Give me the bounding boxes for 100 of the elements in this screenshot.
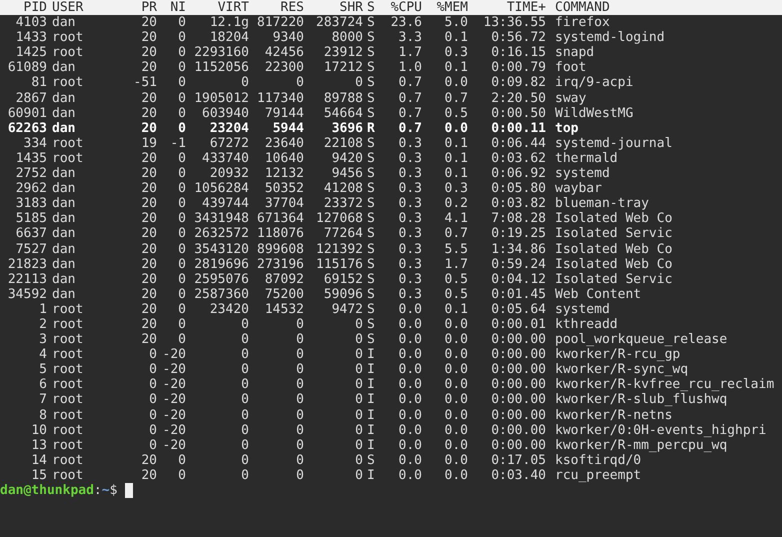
table-cell: 0:05.80 xyxy=(491,181,546,196)
table-cell: 0 xyxy=(296,408,304,423)
table-cell: 14 xyxy=(31,452,47,468)
table-cell: 1433 xyxy=(16,30,47,46)
table-cell: 0.3 xyxy=(398,272,422,287)
table-cell: 75200 xyxy=(264,286,304,302)
column-header[interactable]: RES xyxy=(280,0,304,16)
table-cell: 0 xyxy=(241,392,249,408)
table-cell-text: S xyxy=(366,196,375,212)
table-cell: 1.0 xyxy=(398,60,422,76)
table-cell-text: systemd xyxy=(554,166,610,182)
table-cell: 4 xyxy=(39,347,47,362)
table-cell: 0.3 xyxy=(398,256,422,272)
table-cell: 0:59.24 xyxy=(491,256,546,272)
table-cell: 0.0 xyxy=(444,422,468,438)
table-cell: 0:06.92 xyxy=(491,166,546,182)
column-header[interactable]: %MEM xyxy=(436,0,468,16)
table-cell: 20 xyxy=(141,332,157,348)
table-cell: 0.5 xyxy=(444,286,468,302)
table-cell: 9472 xyxy=(332,302,363,317)
table-cell: 0 xyxy=(178,181,186,196)
table-cell-text: Isolated Web Co xyxy=(554,211,672,226)
table-cell: 2819696 xyxy=(194,256,249,272)
table-cell: 1.7 xyxy=(398,45,422,60)
table-cell: 4103 xyxy=(16,15,47,30)
table-cell: 0.0 xyxy=(444,392,468,408)
column-header[interactable]: S xyxy=(363,0,375,16)
table-cell-text: kworker/R-mm_percpu_wq xyxy=(554,438,728,453)
table-cell: 0.1 xyxy=(444,30,468,46)
table-cell: 0.1 xyxy=(444,166,468,182)
table-cell: 0 xyxy=(296,468,304,483)
table-cell: 0.3 xyxy=(444,181,468,196)
table-cell: 87092 xyxy=(264,272,304,287)
column-header[interactable]: USER xyxy=(47,0,84,16)
table-cell: 0 xyxy=(296,438,304,453)
table-cell: -20 xyxy=(162,438,186,453)
table-cell: 0 xyxy=(178,166,186,182)
column-header[interactable]: VIRT xyxy=(218,0,249,16)
table-cell: 20932 xyxy=(210,166,249,182)
table-cell: 0 xyxy=(355,468,363,483)
table-cell-text: I xyxy=(366,392,375,408)
table-cell: 20 xyxy=(141,226,157,242)
table-cell-text: blueman-tray xyxy=(554,196,649,212)
table-cell: 0 xyxy=(355,392,363,408)
prompt-separator: : xyxy=(94,483,102,498)
table-cell: 121392 xyxy=(316,242,363,257)
column-header[interactable]: TIME+ xyxy=(506,0,546,16)
table-cell: 0.0 xyxy=(444,347,468,362)
table-cell-text: kworker/0:0H-events_highpri xyxy=(554,422,766,438)
table-cell-text: S xyxy=(366,256,375,272)
column-header[interactable]: NI xyxy=(170,0,186,16)
table-cell: 0.1 xyxy=(444,136,468,151)
column-header[interactable]: %CPU xyxy=(390,0,422,16)
table-cell: 61089 xyxy=(8,60,47,76)
table-cell-text: systemd-journal xyxy=(554,136,672,151)
table-cell: 20 xyxy=(141,242,157,257)
column-header[interactable]: SHR xyxy=(340,0,363,16)
table-cell: 0.0 xyxy=(398,452,422,468)
table-cell: 0.5 xyxy=(444,106,468,121)
table-cell-text: S xyxy=(366,45,375,60)
table-cell: 0.0 xyxy=(398,316,422,332)
table-cell-text: snapd xyxy=(554,45,594,60)
table-cell: 0.0 xyxy=(398,468,422,483)
table-cell-text: kworker/R-slub_flushwq xyxy=(554,392,728,408)
table-cell: 433740 xyxy=(202,150,249,166)
table-cell: 3696 xyxy=(332,120,363,136)
table-cell: 0.0 xyxy=(444,452,468,468)
table-cell: 899608 xyxy=(257,242,304,257)
table-cell: 0 xyxy=(178,120,186,136)
table-cell: 7 xyxy=(39,392,47,408)
table-cell: 0 xyxy=(149,408,157,423)
table-cell-text: WildWestMG xyxy=(554,106,634,121)
table-cell: 0 xyxy=(241,75,249,91)
table-cell-text: root xyxy=(51,136,84,151)
column-header[interactable]: PR xyxy=(141,0,157,16)
table-cell: 2 xyxy=(39,316,47,332)
table-cell: 0 xyxy=(178,316,186,332)
table-cell: 19 xyxy=(141,136,157,151)
table-cell-text: ksoftirqd/0 xyxy=(554,452,642,468)
table-cell: 0 xyxy=(355,362,363,378)
table-cell: 12132 xyxy=(264,166,304,182)
table-cell: 1152056 xyxy=(194,60,249,76)
table-cell: 89788 xyxy=(324,90,363,106)
table-cell: 18204 xyxy=(210,30,249,46)
table-cell: 0 xyxy=(149,438,157,453)
table-cell-text: dan xyxy=(51,106,76,121)
table-cell-text: root xyxy=(51,377,84,392)
table-cell: 0.7 xyxy=(398,90,422,106)
table-cell: 0.0 xyxy=(444,75,468,91)
column-header[interactable]: PID xyxy=(24,0,47,16)
table-cell-text: S xyxy=(366,136,375,151)
table-cell-text: Isolated Web Co xyxy=(554,256,672,272)
table-cell: 17212 xyxy=(324,60,363,76)
column-header[interactable]: COMMAND xyxy=(546,0,610,16)
table-cell: 0 xyxy=(149,347,157,362)
table-cell: 3.3 xyxy=(398,30,422,46)
table-cell: 23640 xyxy=(264,136,304,151)
table-cell: 0 xyxy=(178,452,186,468)
table-cell: 0:16.15 xyxy=(491,45,546,60)
table-cell: 0 xyxy=(241,408,249,423)
